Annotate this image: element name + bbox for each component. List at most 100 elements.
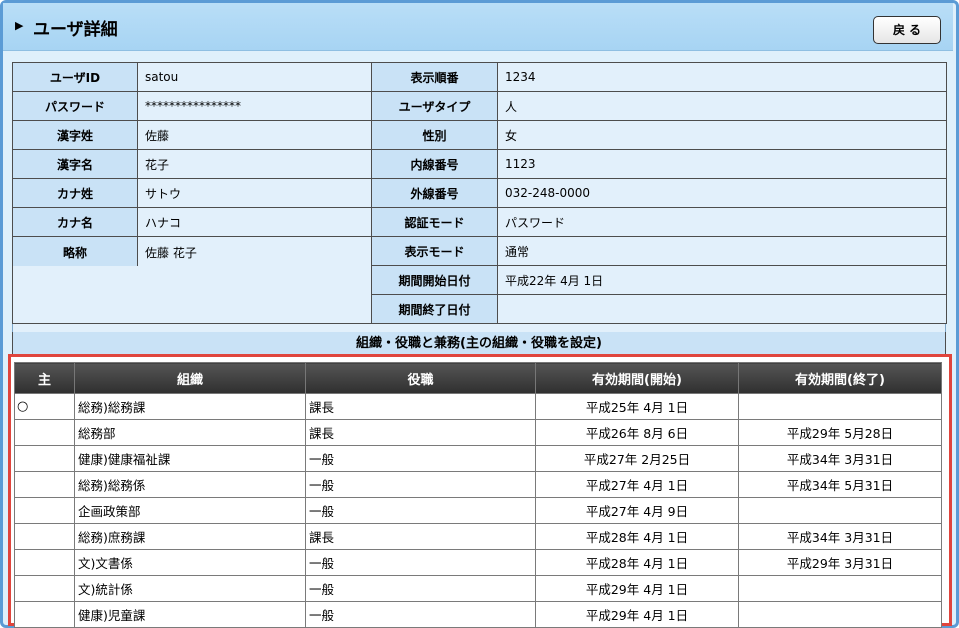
- cell-end-date: [738, 575, 942, 602]
- cell-position: 一般: [305, 549, 536, 576]
- value-kana-given-name: ハナコ: [137, 207, 372, 237]
- main-flag: [14, 497, 75, 524]
- cell-organization: 総務部: [74, 419, 306, 446]
- cell-position: 一般: [305, 445, 536, 472]
- title-bar: ▶ ユーザ詳細 戻る: [3, 3, 953, 51]
- cell-organization: 文)統計係: [74, 575, 306, 602]
- info-row-short-name: 略称 佐藤 花子 表示モード 通常: [12, 236, 947, 266]
- col-header-end: 有効期間(終了): [738, 362, 942, 394]
- value-user-type: 人: [497, 91, 947, 121]
- label-kanji-given-name: 漢字名: [12, 149, 138, 179]
- value-display-order: 1234: [497, 62, 947, 92]
- table-row[interactable]: 総務部 課長 平成26年 8月 6日 平成29年 5月28日: [14, 419, 942, 446]
- cell-position: 一般: [305, 471, 536, 498]
- value-gender: 女: [497, 120, 947, 150]
- org-table: 主 組織 役職 有効期間(開始) 有効期間(終了) ○ 総務)総務課 課長 平成…: [14, 362, 942, 628]
- info-row-kanji-given-name: 漢字名 花子 内線番号 1123: [12, 149, 947, 179]
- main-flag: [14, 575, 75, 602]
- cell-start-date: 平成29年 4月 1日: [535, 601, 739, 628]
- col-header-start: 有効期間(開始): [535, 362, 739, 394]
- cell-position: 一般: [305, 575, 536, 602]
- org-table-header: 主 組織 役職 有効期間(開始) 有効期間(終了): [14, 362, 942, 394]
- label-user-id: ユーザID: [12, 62, 138, 92]
- cell-end-date: 平成34年 5月31日: [738, 471, 942, 498]
- table-row[interactable]: 健康)健康福祉課 一般 平成27年 2月25日 平成34年 3月31日: [14, 445, 942, 472]
- empty-cell: [137, 294, 372, 324]
- value-period-end: [497, 294, 947, 324]
- table-row[interactable]: ○ 総務)総務課 課長 平成25年 4月 1日: [14, 393, 942, 420]
- org-section-title: 組織・役職と兼務(主の組織・役職を設定): [12, 332, 946, 356]
- cell-start-date: 平成28年 4月 1日: [535, 549, 739, 576]
- cell-start-date: 平成25年 4月 1日: [535, 393, 739, 420]
- label-extension-number: 内線番号: [371, 149, 498, 179]
- value-user-id: satou: [137, 62, 372, 92]
- label-period-start: 期間開始日付: [371, 265, 498, 295]
- info-row-kanji-surname: 漢字姓 佐藤 性別 女: [12, 120, 947, 150]
- cell-start-date: 平成27年 4月 9日: [535, 497, 739, 524]
- table-row[interactable]: 企画政策部 一般 平成27年 4月 9日: [14, 497, 942, 524]
- info-row-user-id: ユーザID satou 表示順番 1234: [12, 62, 947, 92]
- cell-end-date: 平成29年 3月31日: [738, 549, 942, 576]
- cell-end-date: 平成29年 5月28日: [738, 419, 942, 446]
- cell-end-date: [738, 393, 942, 420]
- value-short-name: 佐藤 花子: [137, 236, 372, 266]
- empty-cell: [137, 265, 372, 295]
- info-row-kana-given-name: カナ名 ハナコ 認証モード パスワード: [12, 207, 947, 237]
- label-outside-number: 外線番号: [371, 178, 498, 208]
- cell-start-date: 平成28年 4月 1日: [535, 523, 739, 550]
- col-header-organization: 組織: [74, 362, 306, 394]
- main-flag: [14, 601, 75, 628]
- info-row-period-start: 期間開始日付 平成22年 4月 1日: [12, 265, 947, 295]
- col-header-position: 役職: [305, 362, 536, 394]
- value-kanji-given-name: 花子: [137, 149, 372, 179]
- cell-position: 課長: [305, 393, 536, 420]
- page-title: ユーザ詳細: [33, 20, 118, 40]
- label-kana-given-name: カナ名: [12, 207, 138, 237]
- value-auth-mode: パスワード: [497, 207, 947, 237]
- value-outside-number: 032-248-0000: [497, 178, 947, 208]
- cell-start-date: 平成26年 8月 6日: [535, 419, 739, 446]
- value-display-mode: 通常: [497, 236, 947, 266]
- cell-end-date: 平成34年 3月31日: [738, 445, 942, 472]
- cell-position: 一般: [305, 497, 536, 524]
- cell-end-date: [738, 497, 942, 524]
- cell-end-date: 平成34年 3月31日: [738, 523, 942, 550]
- label-user-type: ユーザタイプ: [371, 91, 498, 121]
- label-display-mode: 表示モード: [371, 236, 498, 266]
- col-header-main: 主: [14, 362, 75, 394]
- table-row[interactable]: 文)統計係 一般 平成29年 4月 1日: [14, 575, 942, 602]
- user-info-table: ユーザID satou 表示順番 1234 パスワード ************…: [12, 62, 947, 324]
- value-extension-number: 1123: [497, 149, 947, 179]
- main-flag: ○: [14, 393, 75, 420]
- cell-start-date: 平成27年 2月25日: [535, 445, 739, 472]
- value-kanji-surname: 佐藤: [137, 120, 372, 150]
- table-row[interactable]: 文)文書係 一般 平成28年 4月 1日 平成29年 3月31日: [14, 549, 942, 576]
- value-period-start: 平成22年 4月 1日: [497, 265, 947, 295]
- cell-organization: 総務)総務係: [74, 471, 306, 498]
- label-password: パスワード: [12, 91, 138, 121]
- back-button[interactable]: 戻る: [873, 16, 941, 44]
- label-auth-mode: 認証モード: [371, 207, 498, 237]
- table-row[interactable]: 総務)総務係 一般 平成27年 4月 1日 平成34年 5月31日: [14, 471, 942, 498]
- label-display-order: 表示順番: [371, 62, 498, 92]
- label-kana-surname: カナ姓: [12, 178, 138, 208]
- value-kana-surname: サトウ: [137, 178, 372, 208]
- cell-organization: 総務)庶務課: [74, 523, 306, 550]
- info-row-period-end: 期間終了日付: [12, 294, 947, 324]
- info-row-password: パスワード **************** ユーザタイプ 人: [12, 91, 947, 121]
- table-row[interactable]: 健康)児童課 一般 平成29年 4月 1日: [14, 601, 942, 628]
- cell-organization: 文)文書係: [74, 549, 306, 576]
- cell-start-date: 平成27年 4月 1日: [535, 471, 739, 498]
- cell-organization: 企画政策部: [74, 497, 306, 524]
- main-flag: [14, 549, 75, 576]
- cell-organization: 健康)児童課: [74, 601, 306, 628]
- cell-position: 一般: [305, 601, 536, 628]
- main-flag: [14, 523, 75, 550]
- empty-cell: [12, 265, 138, 295]
- label-short-name: 略称: [12, 236, 138, 266]
- main-flag: [14, 419, 75, 446]
- empty-cell: [12, 294, 138, 324]
- table-row[interactable]: 総務)庶務課 課長 平成28年 4月 1日 平成34年 3月31日: [14, 523, 942, 550]
- cell-position: 課長: [305, 523, 536, 550]
- main-flag: [14, 471, 75, 498]
